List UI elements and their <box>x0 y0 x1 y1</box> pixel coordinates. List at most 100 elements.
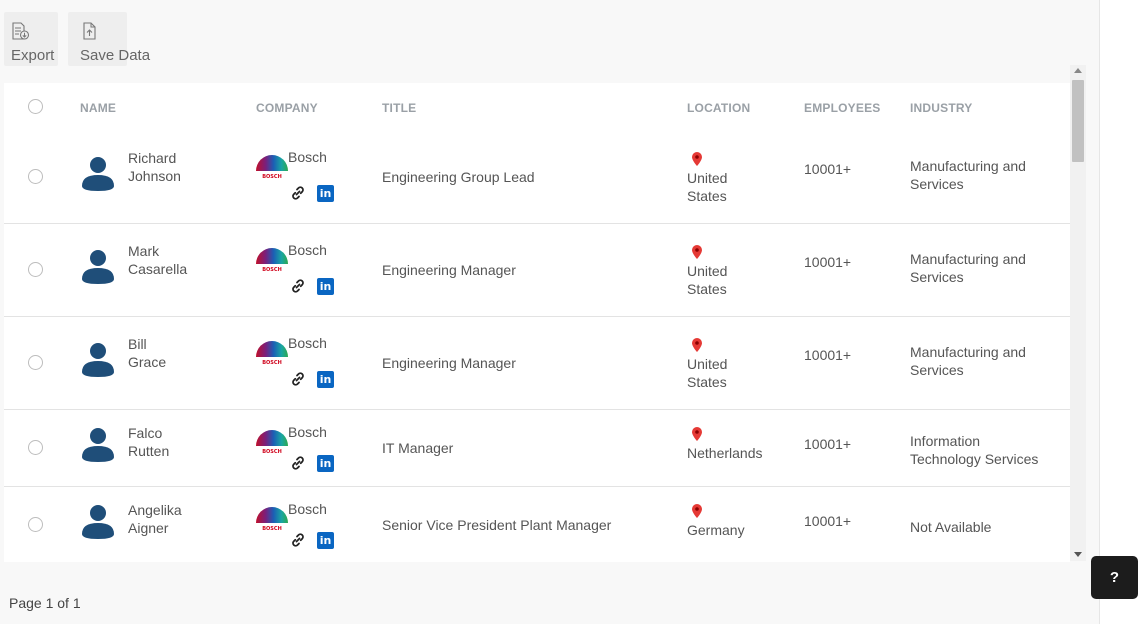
bosch-logo-text: BOSCH <box>262 174 282 180</box>
save-file-icon <box>82 22 98 44</box>
industry-line-1: Not Available <box>910 519 992 535</box>
first-name: Bill <box>128 336 147 352</box>
table-scrollbar[interactable] <box>1070 65 1086 561</box>
user-avatar-icon <box>82 503 114 539</box>
linkedin-icon[interactable]: in <box>317 532 334 549</box>
company-name: Bosch <box>288 335 327 351</box>
export-label: Export <box>11 47 55 64</box>
industry-line-2: Services <box>910 269 964 285</box>
select-all-radio[interactable] <box>28 99 43 114</box>
first-name: Angelika <box>128 502 182 518</box>
bosch-logo: BOSCH <box>256 242 288 274</box>
table-row[interactable]: Richard Johnson BOSCH Bosch in Engineering Gr… <box>4 131 1070 224</box>
row-select-radio[interactable] <box>28 355 43 370</box>
job-title: Engineering Manager <box>382 262 516 278</box>
right-edge-panel <box>1099 0 1142 624</box>
pagination-text: Page 1 of 1 <box>9 595 81 611</box>
bosch-logo: BOSCH <box>256 149 288 181</box>
industry-text: Manufacturing and Services <box>910 157 1060 193</box>
company-name: Bosch <box>288 501 327 517</box>
industry-text: Not Available <box>910 518 1060 536</box>
website-link-icon[interactable] <box>290 455 306 471</box>
employee-count: 10001+ <box>804 436 852 452</box>
employee-count: 10001+ <box>804 161 852 177</box>
location-pin-icon <box>692 427 702 441</box>
row-select-radio[interactable] <box>28 262 43 277</box>
save-data-button[interactable]: Save Data <box>68 12 150 66</box>
bosch-logo-text: BOSCH <box>262 449 282 455</box>
industry-text: Manufacturing and Services <box>910 250 1060 286</box>
location-line-1: United <box>687 170 728 186</box>
last-name: Rutten <box>128 443 170 459</box>
user-avatar-icon <box>82 341 114 377</box>
row-select-radio[interactable] <box>28 169 43 184</box>
location-line-2: States <box>687 188 727 204</box>
website-link-icon[interactable] <box>290 278 306 294</box>
scroll-down-arrow-icon[interactable] <box>1074 552 1082 557</box>
table-row[interactable]: Angelika Aigner BOSCH Bosch in Senior Vice Pr… <box>4 487 1070 562</box>
first-name: Mark <box>128 243 160 259</box>
save-data-label: Save Data <box>80 47 151 64</box>
person-name[interactable]: Mark Casarella <box>128 242 187 278</box>
industry-line-1: Manufacturing and <box>910 344 1026 360</box>
person-name[interactable]: Falco Rutten <box>128 424 169 460</box>
job-title: IT Manager <box>382 440 454 456</box>
location-line-1: Netherlands <box>687 445 763 461</box>
linkedin-icon[interactable]: in <box>317 278 334 295</box>
last-name: Aigner <box>128 520 169 536</box>
linkedin-icon[interactable]: in <box>317 455 334 472</box>
column-location[interactable]: LOCATION <box>687 101 750 115</box>
website-link-icon[interactable] <box>290 185 306 201</box>
industry-line-2: Technology Services <box>910 451 1039 467</box>
industry-text: Manufacturing and Services <box>910 343 1060 379</box>
location-line-1: Germany <box>687 522 745 538</box>
person-name[interactable]: Bill Grace <box>128 335 166 371</box>
location-line-1: United <box>687 263 728 279</box>
website-link-icon[interactable] <box>290 532 306 548</box>
location-line-2: States <box>687 374 727 390</box>
contacts-table: NAME COMPANY TITLE LOCATION EMPLOYEES IN… <box>4 83 1070 562</box>
employee-count: 10001+ <box>804 513 852 529</box>
column-company[interactable]: COMPANY <box>256 101 318 115</box>
bosch-logo-text: BOSCH <box>262 526 282 532</box>
column-industry[interactable]: INDUSTRY <box>910 101 973 115</box>
user-avatar-icon <box>82 426 114 462</box>
industry-line-1: Manufacturing and <box>910 251 1026 267</box>
location-text: Netherlands <box>687 444 763 462</box>
bosch-logo: BOSCH <box>256 501 288 533</box>
person-name[interactable]: Angelika Aigner <box>128 501 182 537</box>
column-employees[interactable]: EMPLOYEES <box>804 101 880 115</box>
row-select-radio[interactable] <box>28 517 43 532</box>
industry-line-1: Manufacturing and <box>910 158 1026 174</box>
bosch-logo-text: BOSCH <box>262 267 282 273</box>
table-row[interactable]: Falco Rutten BOSCH Bosch in IT Manager Netherl… <box>4 410 1070 487</box>
website-link-icon[interactable] <box>290 371 306 387</box>
bosch-logo-text: BOSCH <box>262 360 282 366</box>
employee-count: 10001+ <box>804 254 852 270</box>
industry-line-1: Information <box>910 433 981 449</box>
location-pin-icon <box>692 245 702 259</box>
last-name: Grace <box>128 354 167 370</box>
table-row[interactable]: Mark Casarella BOSCH Bosch in Engineering Man… <box>4 224 1070 317</box>
person-name[interactable]: Richard Johnson <box>128 149 181 185</box>
export-button[interactable]: Export <box>4 12 58 66</box>
job-title: Engineering Manager <box>382 355 516 371</box>
job-title: Engineering Group Lead <box>382 169 535 185</box>
location-text: United States <box>687 262 727 298</box>
last-name: Casarella <box>128 261 188 277</box>
company-name: Bosch <box>288 149 327 165</box>
company-name: Bosch <box>288 242 327 258</box>
column-name[interactable]: NAME <box>80 101 116 115</box>
linkedin-icon[interactable]: in <box>317 371 334 388</box>
row-select-radio[interactable] <box>28 440 43 455</box>
bosch-logo: BOSCH <box>256 335 288 367</box>
table-row[interactable]: Bill Grace BOSCH Bosch in Engineering Manager… <box>4 317 1070 410</box>
location-text: United States <box>687 355 727 391</box>
linkedin-icon[interactable]: in <box>317 185 334 202</box>
user-avatar-icon <box>82 248 114 284</box>
scroll-thumb[interactable] <box>1072 80 1084 162</box>
industry-text: Information Technology Services <box>910 432 1060 468</box>
column-title[interactable]: TITLE <box>382 101 416 115</box>
help-button[interactable]: ? <box>1091 556 1138 599</box>
scroll-up-arrow-icon[interactable] <box>1074 68 1082 73</box>
